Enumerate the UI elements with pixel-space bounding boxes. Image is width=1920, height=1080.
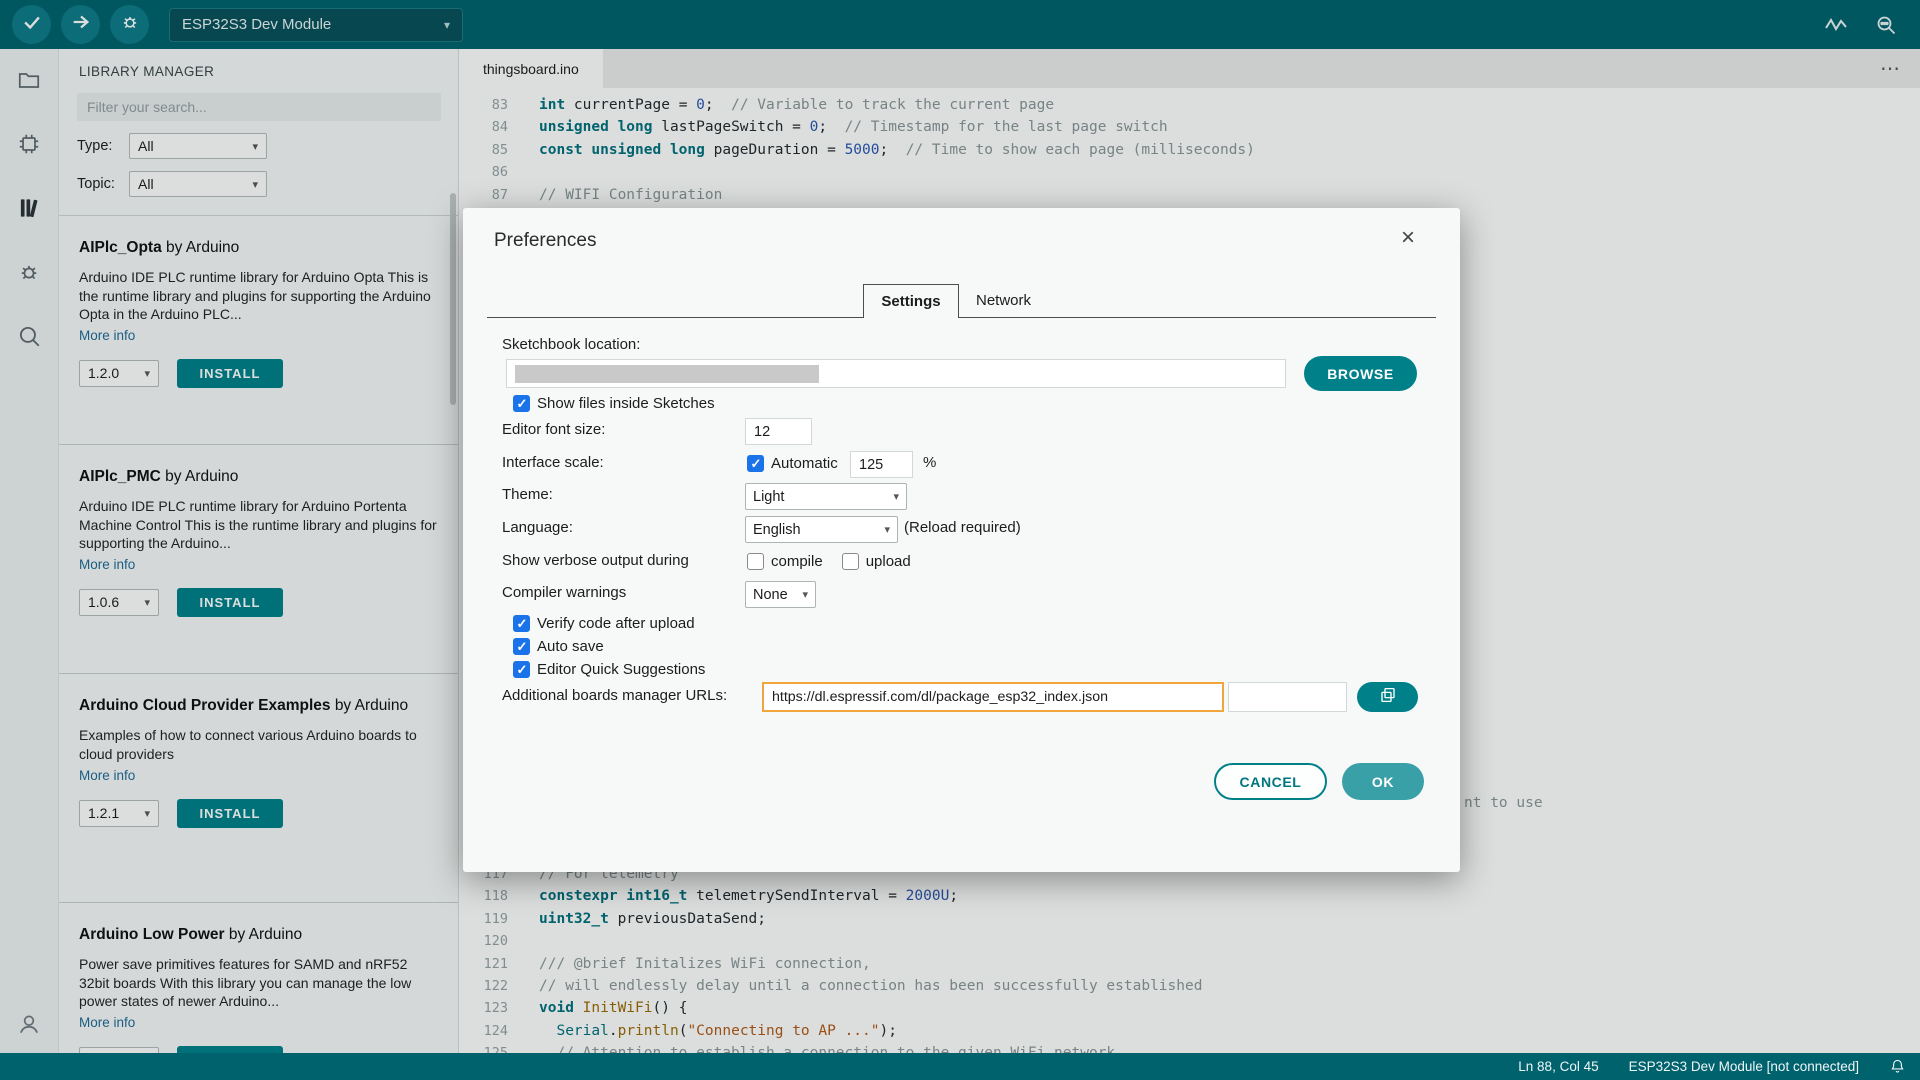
boards-urls-input[interactable]: https://dl.espressif.com/dl/package_esp3… bbox=[762, 682, 1224, 712]
dialog-title: Preferences bbox=[494, 230, 596, 252]
editor-font-size-input[interactable]: 12 bbox=[745, 418, 812, 445]
interface-scale-input[interactable]: 125 bbox=[850, 451, 913, 478]
ok-button[interactable]: OK bbox=[1342, 763, 1424, 800]
boards-urls-value: https://dl.espressif.com/dl/package_esp3… bbox=[772, 689, 1108, 705]
quick-suggestions-label: Editor Quick Suggestions bbox=[537, 661, 705, 678]
sketchbook-location-input[interactable] bbox=[506, 359, 1286, 388]
verify-code-label: Verify code after upload bbox=[537, 615, 695, 632]
show-files-checkbox[interactable] bbox=[513, 395, 530, 412]
theme-value: Light bbox=[753, 489, 784, 505]
boards-urls-label: Additional boards manager URLs: bbox=[502, 687, 727, 704]
browse-button[interactable]: BROWSE bbox=[1304, 356, 1417, 391]
chevron-down-icon: ▾ bbox=[893, 490, 899, 503]
preferences-tabs: Settings Network bbox=[487, 283, 1436, 318]
verbose-output-label: Show verbose output during bbox=[502, 552, 689, 569]
status-bar: Ln 88, Col 45 ESP32S3 Dev Module [not co… bbox=[0, 1053, 1920, 1080]
language-value: English bbox=[753, 522, 801, 538]
interface-scale-value: 125 bbox=[859, 457, 883, 473]
percent-label: % bbox=[923, 454, 936, 471]
auto-save-checkbox[interactable] bbox=[513, 638, 530, 655]
upload-label: upload bbox=[866, 553, 911, 570]
chevron-down-icon: ▾ bbox=[802, 588, 808, 601]
close-icon[interactable]: × bbox=[1401, 226, 1415, 250]
language-select[interactable]: English ▾ bbox=[745, 516, 898, 543]
editor-font-size-value: 12 bbox=[754, 424, 770, 440]
quick-suggestions-checkbox[interactable] bbox=[513, 661, 530, 678]
theme-label: Theme: bbox=[502, 486, 553, 503]
show-files-label: Show files inside Sketches bbox=[537, 395, 715, 412]
board-connection-status[interactable]: ESP32S3 Dev Module [not connected] bbox=[1629, 1059, 1859, 1074]
arduino-ide-window: ESP32S3 Dev Module ▾ LIBRARY MANAGER Typ… bbox=[0, 0, 1920, 1080]
open-urls-window-button[interactable] bbox=[1357, 682, 1418, 712]
auto-save-label: Auto save bbox=[537, 638, 604, 655]
compile-checkbox[interactable] bbox=[747, 553, 764, 570]
compiler-warnings-select[interactable]: None ▾ bbox=[745, 581, 816, 608]
automatic-scale-checkbox[interactable] bbox=[747, 455, 764, 472]
tab-network[interactable]: Network bbox=[976, 292, 1031, 309]
editor-font-size-label: Editor font size: bbox=[502, 421, 605, 438]
preferences-dialog: Preferences × Settings Network Sketchboo… bbox=[463, 208, 1460, 872]
reload-required-note: (Reload required) bbox=[904, 519, 1021, 536]
new-window-icon bbox=[1379, 686, 1397, 709]
interface-scale-label: Interface scale: bbox=[502, 454, 604, 471]
upload-checkbox[interactable] bbox=[842, 553, 859, 570]
cancel-button[interactable]: CANCEL bbox=[1214, 763, 1327, 800]
verify-code-checkbox[interactable] bbox=[513, 615, 530, 632]
theme-select[interactable]: Light ▾ bbox=[745, 483, 907, 510]
sketchbook-path-redacted bbox=[515, 365, 819, 383]
cursor-position[interactable]: Ln 88, Col 45 bbox=[1518, 1059, 1598, 1074]
notifications-bell-icon[interactable] bbox=[1889, 1058, 1906, 1075]
sketchbook-location-label: Sketchbook location: bbox=[502, 336, 640, 353]
tab-settings[interactable]: Settings bbox=[863, 284, 959, 318]
compiler-warnings-label: Compiler warnings bbox=[502, 584, 626, 601]
language-label: Language: bbox=[502, 519, 573, 536]
warnings-value: None bbox=[753, 587, 788, 603]
chevron-down-icon: ▾ bbox=[884, 523, 890, 536]
boards-urls-input-extra[interactable] bbox=[1228, 682, 1347, 712]
compile-label: compile bbox=[771, 553, 823, 570]
automatic-label: Automatic bbox=[771, 455, 838, 472]
